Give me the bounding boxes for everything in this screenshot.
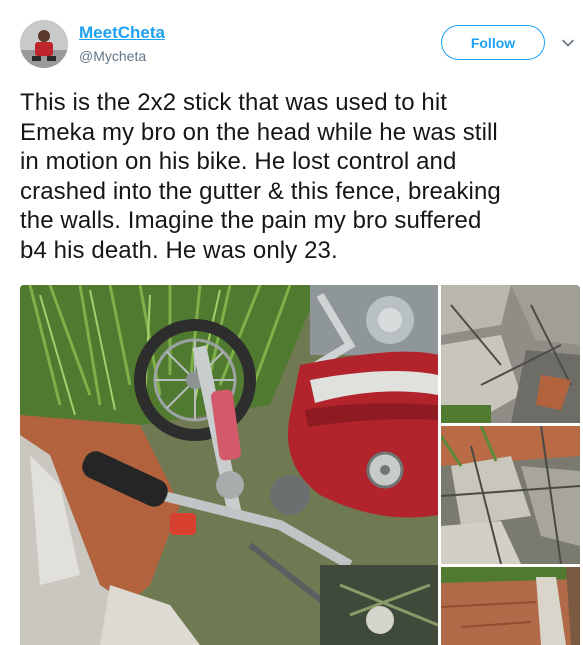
photo-main-motorcycle[interactable] [20,285,438,645]
tweet-text: This is the 2x2 stick that was used to h… [20,88,573,265]
tweet-text-line: b4 his death. He was only 23. [20,236,338,264]
tweet-card: MeetCheta @Mycheta Follow This is the 2x… [0,0,583,645]
author-avatar[interactable] [20,20,68,68]
tweet-text-line: in motion on his bike. He lost control a… [20,148,457,175]
media-grid [20,285,580,645]
photo-rubble-middle[interactable] [441,426,580,564]
tweet-text-line: Emeka my bro on the head while he was st… [20,118,498,146]
author-handle[interactable]: @Mycheta [79,47,146,65]
tweet-text-line: crashed into the gutter & this fence, br… [20,177,501,205]
tweet-text-line: the walls. Imagine the pain my bro suffe… [20,207,482,234]
photo-soil-bottom[interactable] [441,567,580,645]
follow-button[interactable]: Follow [441,25,545,60]
photo-broken-wall-top[interactable] [441,285,580,423]
chevron-down-icon[interactable] [561,36,575,50]
tweet-text-line: This is the 2x2 stick that was used to h… [20,89,448,116]
author-display-name[interactable]: MeetCheta [79,23,165,43]
profile-avatar-icon [20,20,68,68]
